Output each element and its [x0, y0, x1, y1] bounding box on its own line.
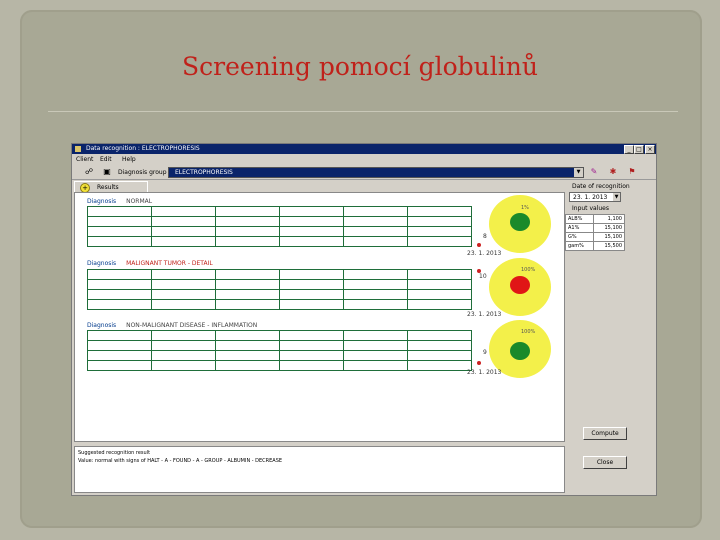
chevron-down-icon[interactable]: ▼ [613, 193, 620, 201]
date-select-value: 23. 1. 2013 [573, 194, 608, 201]
date-of-recognition-label: Date of recognition [572, 183, 630, 190]
date-label: 23. 1. 2013 [467, 250, 502, 257]
table-row: ALB% 1,100 [564, 214, 625, 224]
compute-button[interactable]: Compute [583, 427, 627, 440]
percent-label: 100% [521, 267, 536, 273]
close-button[interactable]: Close [583, 456, 627, 469]
window-title: Data recognition : ELECTROPHORESIS [86, 145, 200, 152]
table-row: gam% 15,500 [564, 241, 625, 251]
brush-icon[interactable]: ✎ [589, 167, 599, 177]
toolbar: ☍ ▣ Diagnosis group ELECTROPHORESIS ▼ ✎ … [72, 165, 656, 180]
slide-title: Screening pomocí globulinů [182, 52, 538, 81]
diagnosis-header: Diagnosis NORMAL [87, 198, 152, 205]
tick-label: 10 [479, 273, 487, 280]
tick-label: 9 [483, 349, 487, 356]
diagnosis-grid [87, 330, 472, 371]
recognition-indicator [489, 195, 551, 253]
row-name: A1% [564, 223, 595, 233]
row-name: gam% [564, 241, 595, 251]
marker-dot [477, 361, 481, 365]
exit-icon[interactable]: ⚑ [627, 167, 637, 177]
minimize-button[interactable]: _ [624, 145, 634, 154]
marker-dot [477, 243, 481, 247]
group-icon[interactable]: ▣ [102, 167, 112, 177]
menu-help[interactable]: Help [122, 156, 136, 163]
app-window: Data recognition : ELECTROPHORESIS _ □ ×… [71, 143, 657, 496]
diagnosis-key: Diagnosis [87, 198, 117, 205]
network-icon[interactable]: ☍ [84, 167, 94, 177]
row-value: 15,100 [593, 232, 625, 242]
menu-bar: Client Edit Help [72, 155, 656, 164]
diagnosis-grid [87, 269, 472, 310]
diagnosis-grid [87, 206, 472, 247]
close-window-button[interactable]: × [645, 145, 655, 154]
app-icon [75, 146, 81, 152]
percent-label: 100% [521, 329, 536, 335]
bug-icon[interactable]: ✱ [608, 167, 618, 177]
close-button-label: Close [596, 459, 614, 466]
diagnosis-group-label: Diagnosis group [118, 169, 167, 176]
compute-button-label: Compute [591, 430, 619, 437]
menu-client[interactable]: Client [76, 156, 93, 163]
diagnosis-group-select[interactable]: ELECTROPHORESIS ▼ [168, 167, 584, 178]
row-value: 15,100 [593, 223, 625, 233]
title-divider [48, 111, 678, 112]
results-panel: Diagnosis NORMAL 1% 8 23. 1. 2013 Diagno… [74, 192, 565, 442]
diagnosis-key: Diagnosis [87, 322, 117, 329]
result-line: Value: normal with signs of HALT - A - F… [78, 458, 283, 464]
date-select[interactable]: 23. 1. 2013 ▼ [569, 192, 621, 202]
row-value: 15,500 [593, 241, 625, 251]
row-value: 1,100 [593, 214, 625, 224]
date-label: 23. 1. 2013 [467, 369, 502, 376]
row-name: G% [564, 232, 595, 242]
input-values-label: Input values [572, 205, 609, 212]
table-row: A1% 15,100 [564, 223, 625, 233]
marker-dot [477, 269, 481, 273]
menu-edit[interactable]: Edit [100, 156, 112, 163]
status-dot [510, 342, 530, 360]
date-label: 23. 1. 2013 [467, 311, 502, 318]
diagnosis-key: Diagnosis [87, 260, 117, 267]
diagnosis-header: Diagnosis MALIGNANT TUMOR - DETAIL [87, 260, 213, 267]
window-titlebar[interactable]: Data recognition : ELECTROPHORESIS _ □ × [72, 144, 656, 154]
diagnosis-value: NORMAL [126, 198, 153, 205]
table-row: G% 15,100 [564, 232, 625, 242]
row-name: ALB% [564, 214, 595, 224]
tick-label: 8 [483, 233, 487, 240]
tab-results-label: Results [97, 184, 119, 191]
percent-label: 1% [521, 205, 529, 211]
result-line: Suggested recognition result [78, 450, 151, 456]
diagnosis-value: MALIGNANT TUMOR - DETAIL [126, 260, 213, 267]
result-box: Suggested recognition result Value: norm… [74, 446, 565, 493]
chevron-down-icon[interactable]: ▼ [574, 168, 583, 177]
input-values-table: ALB% 1,100 A1% 15,100 G% 15,100 gam% 15,500 [564, 214, 625, 251]
status-dot [510, 276, 530, 294]
diagnosis-value: NON-MALIGNANT DISEASE - INFLAMMATION [126, 322, 258, 329]
maximize-button[interactable]: □ [634, 145, 644, 154]
diagnosis-group-value: ELECTROPHORESIS [175, 169, 233, 176]
recognition-indicator [489, 258, 551, 316]
diagnosis-header: Diagnosis NON-MALIGNANT DISEASE - INFLAM… [87, 322, 257, 329]
status-dot [510, 213, 530, 231]
